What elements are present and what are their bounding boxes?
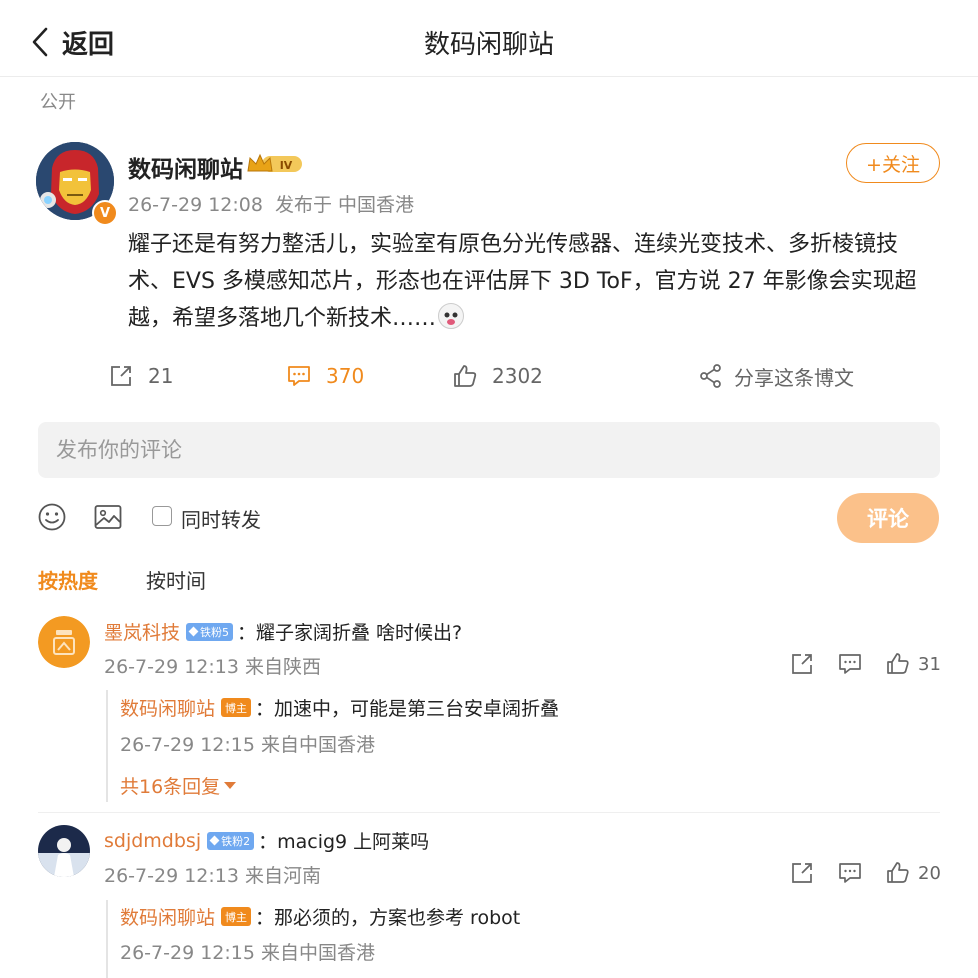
- top-bar: 返回 数码闲聊站: [0, 0, 978, 77]
- repost-button[interactable]: 21: [108, 358, 173, 394]
- submit-comment-button[interactable]: 评论: [837, 493, 939, 543]
- tab-sort-time[interactable]: 按时间: [146, 565, 206, 594]
- repost-icon: [792, 654, 812, 674]
- reply-text: ：加速中，可能是第三台安卓阔折叠: [255, 698, 560, 720]
- comment-count: 370: [326, 364, 365, 388]
- fan-badge: 铁粉2: [207, 831, 255, 850]
- post-time: 26-7-29 12:08: [128, 194, 263, 216]
- more-replies-label: 共16条回复: [120, 776, 221, 798]
- comment-reply-button[interactable]: [838, 650, 862, 678]
- post-text-content: 耀子还是有努力整活儿，实验室有原色分光传感器、连续光变技术、多折棱镜技术、EVS…: [128, 232, 917, 331]
- thumbs-up-icon: [887, 653, 909, 674]
- comment-like-count: 20: [918, 862, 941, 884]
- like-count: 2302: [492, 364, 543, 388]
- thumbs-up-icon: [887, 862, 909, 883]
- repost-count: 21: [148, 364, 174, 388]
- reply-meta: 26-7-29 12:15 来自中国香港: [120, 734, 375, 756]
- comment-text: ：macig9 上阿莱吗: [258, 831, 430, 853]
- fan-badge-label: 铁粉2: [221, 834, 251, 848]
- more-replies-link[interactable]: 共16条回复: [120, 772, 237, 799]
- repost-checkbox-label: 同时转发: [181, 508, 261, 532]
- reply-meta: 26-7-29 12:15 来自中国香港: [120, 942, 375, 964]
- author-tag: 博主: [221, 907, 252, 926]
- follow-button[interactable]: +关注: [846, 143, 940, 183]
- post-text: 耀子还是有努力整活儿，实验室有原色分光传感器、连续光变技术、多折棱镜技术、EVS…: [128, 226, 928, 337]
- comment-text: ：耀子家阔折叠 啥时候出?: [237, 622, 463, 644]
- diamond-icon: [188, 626, 199, 637]
- post-meta: 26-7-29 12:08 发布于 中国香港: [128, 190, 414, 217]
- comment-icon: [839, 863, 861, 883]
- comment-avatar[interactable]: [38, 616, 90, 668]
- reply-line: 数码闲聊站 博主 ：加速中，可能是第三台安卓阔折叠: [120, 694, 559, 721]
- diamond-icon: [209, 835, 220, 846]
- comment-icon: [288, 366, 310, 386]
- comment-like-count: 31: [918, 653, 941, 675]
- brand-logo-avatar-icon: [38, 616, 90, 668]
- comment-like-button[interactable]: 20: [886, 859, 941, 887]
- author-tag: 博主: [221, 698, 252, 717]
- page-title: 数码闲聊站: [423, 30, 554, 60]
- reply-text: ：那必须的，方案也参考 robot: [255, 907, 521, 929]
- like-button[interactable]: 2302: [452, 358, 543, 394]
- comment-input[interactable]: [38, 422, 940, 478]
- comment-like-button[interactable]: 31: [886, 650, 941, 678]
- comment-icon: [839, 654, 861, 674]
- comment-divider: [38, 812, 940, 813]
- comment-meta: 26-7-29 12:13 来自河南: [104, 865, 321, 887]
- repost-icon: [111, 366, 131, 386]
- emoji-icon: [438, 303, 465, 329]
- comment-reply-button[interactable]: [838, 859, 862, 887]
- comment-line: sdjdmdbsj 铁粉2 ：macig9 上阿莱吗: [104, 827, 429, 854]
- comment-meta: 26-7-29 12:13 来自陕西: [104, 656, 321, 678]
- photo-avatar-icon: [38, 825, 90, 877]
- thumbs-up-icon: [454, 365, 477, 387]
- comment-button[interactable]: 370: [286, 358, 364, 394]
- repost-checkbox[interactable]: [152, 506, 172, 526]
- post-source: 发布于 中国香港: [275, 194, 415, 216]
- caret-down-icon: [224, 782, 237, 789]
- tab-sort-hot[interactable]: 按热度: [38, 565, 98, 594]
- fan-badge-label: 铁粉5: [200, 625, 230, 639]
- emoji-picker-icon[interactable]: [37, 502, 67, 532]
- crown-level-icon: IV: [247, 153, 302, 172]
- repost-icon: [792, 863, 812, 883]
- reply-username[interactable]: 数码闲聊站: [120, 694, 215, 721]
- share-label: 分享这条博文: [734, 365, 854, 390]
- comment-username[interactable]: 墨岚科技: [104, 618, 180, 645]
- post-author-name[interactable]: 数码闲聊站: [128, 150, 243, 184]
- verified-badge: V: [92, 200, 118, 226]
- reply-thread-bar: [106, 900, 108, 978]
- visibility-label: 公开: [40, 92, 76, 113]
- share-button[interactable]: 分享这条博文: [698, 358, 854, 394]
- reply-thread-bar: [106, 690, 108, 802]
- comment-repost-button[interactable]: [790, 650, 814, 678]
- image-upload-icon[interactable]: [93, 502, 123, 532]
- comment-username[interactable]: sdjdmdbsj: [104, 830, 201, 852]
- fan-badge: 铁粉5: [186, 622, 234, 641]
- comment-avatar[interactable]: [38, 825, 90, 877]
- comment-line: 墨岚科技 铁粉5 ：耀子家阔折叠 啥时候出?: [104, 618, 462, 645]
- reply-line: 数码闲聊站 博主 ：那必须的，方案也参考 robot: [120, 903, 520, 930]
- svg-text:IV: IV: [280, 159, 293, 172]
- comment-repost-button[interactable]: [790, 859, 814, 887]
- share-icon: [700, 364, 721, 388]
- reply-username[interactable]: 数码闲聊站: [120, 903, 215, 930]
